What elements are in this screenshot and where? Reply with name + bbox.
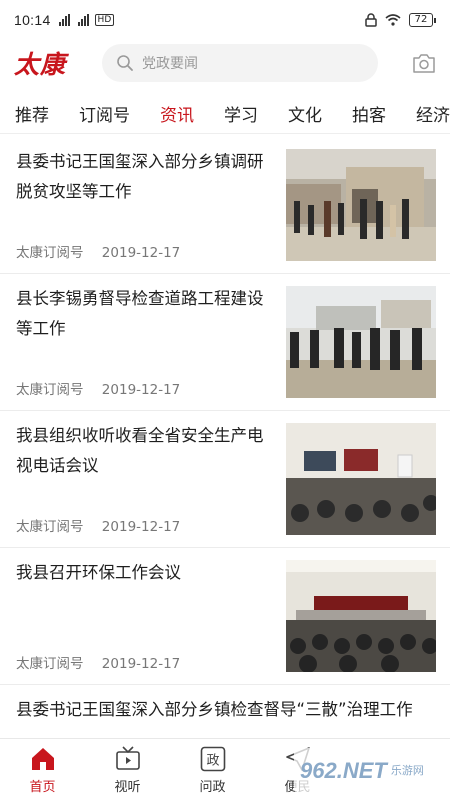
news-item[interactable]: 县长李锡勇督导检查道路工程建设等工作 太康订阅号 2019-12-17 [0,274,450,411]
news-meta: 太康订阅号 2019-12-17 [16,652,180,672]
news-source: 太康订阅号 [16,382,84,398]
news-meta: 太康订阅号 2019-12-17 [16,241,180,261]
nav-video-label: 视听 [114,780,141,795]
news-title: 县委书记王国玺深入部分乡镇检查督导“三散”治理工作 [16,700,413,719]
news-item[interactable]: 我县召开环保工作会议 太康订阅号 2019-12-17 [0,548,450,685]
watermark-sub: 乐游网 [390,764,424,777]
news-title: 我县召开环保工作会议 [16,563,181,582]
tab-economy[interactable]: 经济 [401,101,450,126]
search-icon [117,55,133,71]
status-bar: 10:14 HD 72 [0,0,450,40]
nav-politics[interactable]: 政 问政 [170,739,255,800]
tab-study[interactable]: 学习 [209,101,273,126]
svg-text:政: 政 [206,754,219,769]
politics-icon: 政 [200,746,225,772]
search-placeholder: 党政要闻 [142,56,198,72]
watermark-mark: 962.NET [300,758,387,783]
battery-level: 72 [409,13,433,27]
news-thumbnail [286,286,436,398]
home-icon [31,748,54,770]
tv-icon [115,746,140,770]
news-date: 2019-12-17 [101,656,181,672]
site-watermark: 962.NET 乐游网 [294,748,444,794]
news-source: 太康订阅号 [16,656,84,672]
nav-home-label: 首页 [29,780,56,795]
app-logo[interactable]: 太康 [14,45,100,81]
news-title: 我县组织收听收看全省安全生产电视电话会议 [16,426,264,475]
news-thumbnail [286,149,436,261]
news-date: 2019-12-17 [101,519,181,535]
news-title: 县长李锡勇督导检查道路工程建设等工作 [16,289,264,338]
news-meta: 太康订阅号 2019-12-17 [16,515,180,535]
camera-icon[interactable] [412,52,436,74]
tab-culture[interactable]: 文化 [273,101,337,126]
news-title: 县委书记王国玺深入部分乡镇调研脱贫攻坚等工作 [16,152,264,201]
news-source: 太康订阅号 [16,245,84,261]
tab-news[interactable]: 资讯 [145,101,209,126]
nav-video[interactable]: 视听 [85,739,170,800]
signal-icon [58,14,70,26]
lock-icon [365,13,377,27]
news-thumbnail [286,560,436,672]
tab-subscriptions[interactable]: 订阅号 [64,101,145,126]
status-time: 10:14 [14,12,51,28]
news-date: 2019-12-17 [101,245,181,261]
app-header: 太康 党政要闻 [0,40,450,86]
news-item[interactable]: 我县组织收听收看全省安全生产电视电话会议 太康订阅号 2019-12-17 [0,411,450,548]
search-bar[interactable]: 党政要闻 [102,44,378,82]
news-date: 2019-12-17 [101,382,181,398]
news-item[interactable]: 县委书记王国玺深入部分乡镇调研脱贫攻坚等工作 太康订阅号 2019-12-17 [0,137,450,274]
category-tabs: 推荐 订阅号 资讯 学习 文化 拍客 经济 [0,94,450,134]
wifi-icon [385,14,401,26]
tab-photographer[interactable]: 拍客 [337,101,401,126]
news-list: 县委书记王国玺深入部分乡镇调研脱贫攻坚等工作 太康订阅号 2019-12-17 … [0,137,450,755]
news-meta: 太康订阅号 2019-12-17 [16,378,180,398]
nav-home[interactable]: 首页 [0,739,85,800]
nav-politics-label: 问政 [199,780,226,795]
signal-icon-2 [77,14,89,26]
news-source: 太康订阅号 [16,519,84,535]
tab-recommend[interactable]: 推荐 [0,101,64,126]
news-thumbnail [286,423,436,535]
battery-icon: 72 [409,13,436,27]
network-badge: HD [94,14,115,26]
